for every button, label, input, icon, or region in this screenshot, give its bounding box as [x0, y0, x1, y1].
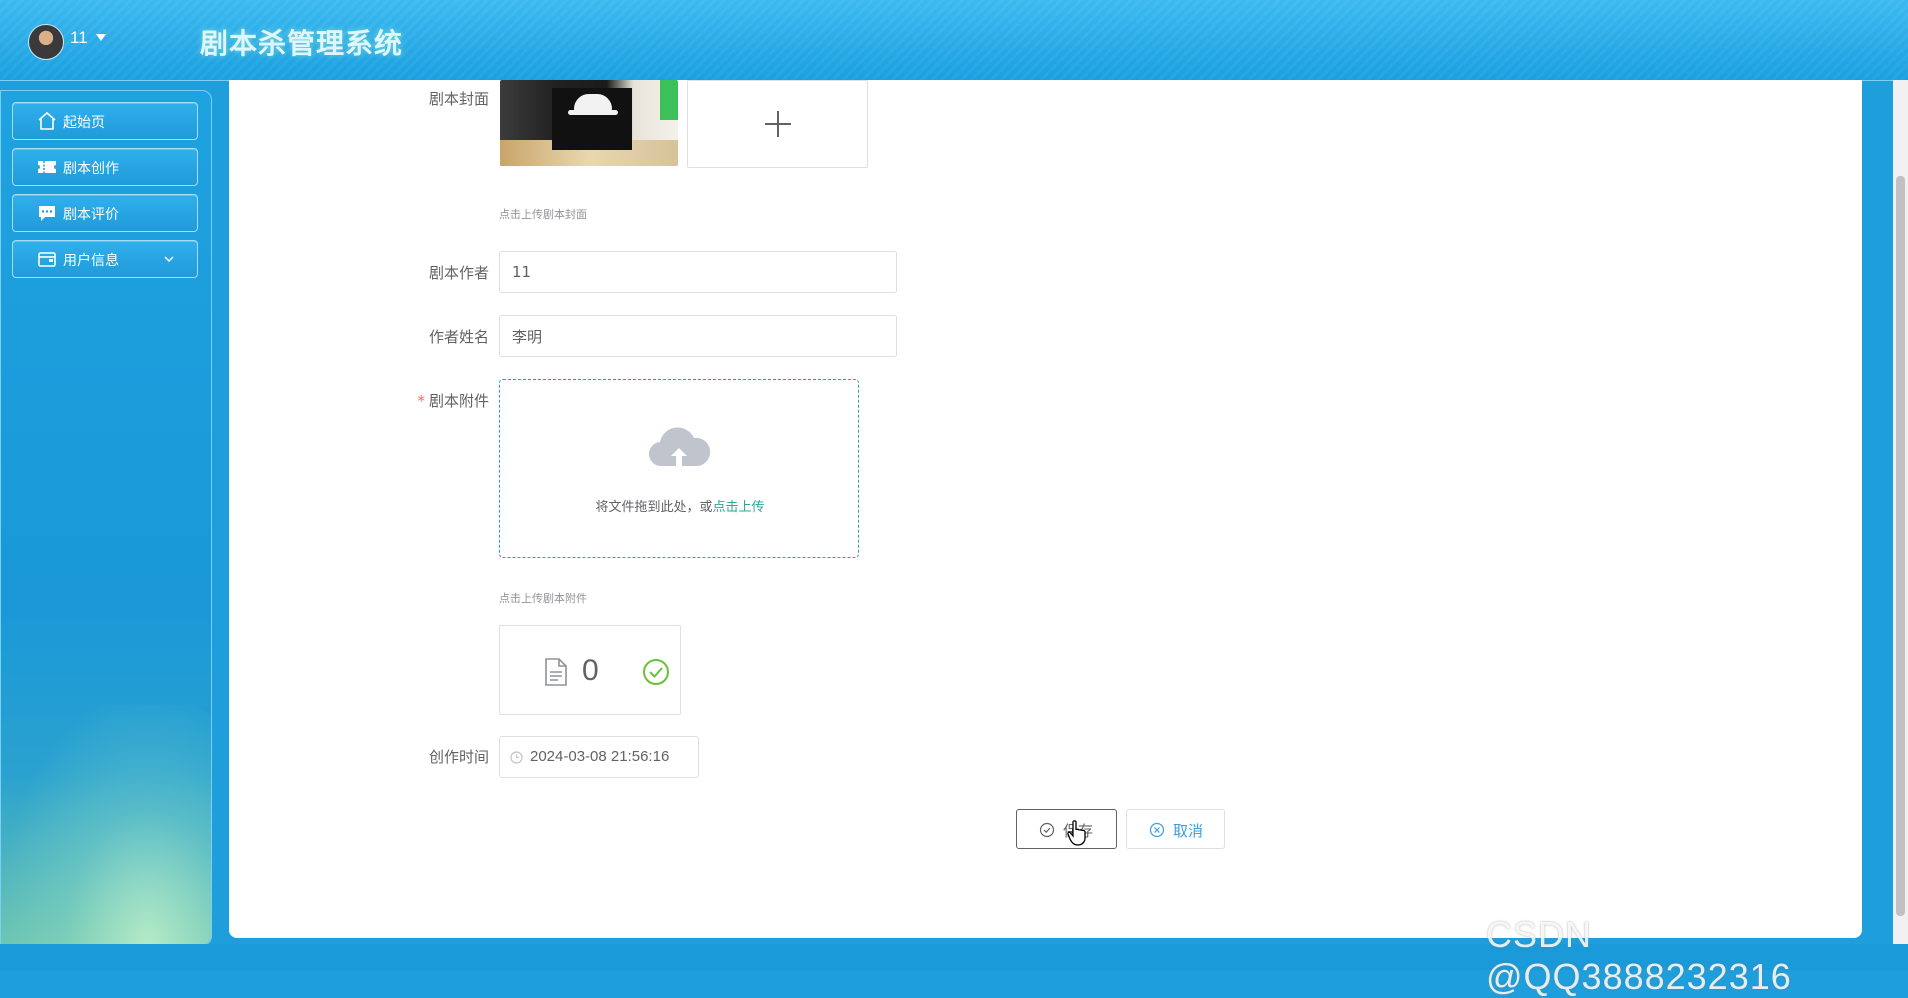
document-icon	[545, 658, 567, 686]
click-upload-link[interactable]: 点击上传	[713, 500, 765, 515]
close-circle-icon	[1149, 822, 1165, 838]
sidebar-item-script-creation[interactable]: 剧本创作	[12, 148, 198, 186]
cover-label: 剧本封面	[428, 90, 489, 108]
hand-cursor-icon	[1067, 820, 1086, 846]
ticket-icon	[38, 161, 56, 173]
sidebar-item-label: 起始页	[63, 115, 105, 131]
watermark: CSDN @QQ3888232316	[1486, 914, 1792, 997]
comment-icon	[39, 206, 55, 221]
cover-hint: 点击上传剧本封面	[499, 208, 587, 221]
create-time-picker[interactable]: 2024-03-08 21:56:16	[499, 736, 699, 778]
attachment-label: * 剧本附件	[417, 392, 489, 410]
app-title: 剧本杀管理系统	[200, 27, 404, 60]
create-time-label: 创作时间	[428, 748, 489, 766]
create-time-value: 2024-03-08 21:56:16	[530, 748, 670, 765]
chevron-down-icon[interactable]	[163, 253, 175, 265]
check-circle-icon	[1039, 822, 1055, 838]
sidebar-item-home[interactable]: 起始页	[12, 102, 198, 140]
cover-upload-button[interactable]	[687, 80, 868, 168]
author-account-label: 剧本作者	[428, 264, 489, 282]
clock-icon	[510, 751, 523, 764]
sidebar-item-label: 用户信息	[63, 253, 119, 269]
attachment-file-card[interactable]: 0	[499, 625, 681, 715]
scrollbar-thumb[interactable]	[1896, 176, 1905, 916]
sidebar: 起始页 剧本创作 剧本评价 用户信息	[0, 90, 212, 946]
cancel-button[interactable]: 取消	[1126, 809, 1225, 849]
file-count: 0	[582, 654, 599, 687]
author-name-label: 作者姓名	[428, 328, 489, 346]
author-account-input[interactable]	[499, 251, 897, 293]
wallet-icon	[38, 252, 56, 267]
dropzone-text: 将文件拖到此处，或点击上传	[595, 500, 765, 515]
sidebar-item-user-info[interactable]: 用户信息	[12, 240, 198, 278]
cancel-button-label: 取消	[1173, 822, 1204, 840]
home-icon	[38, 111, 56, 130]
caret-down-icon[interactable]	[96, 34, 106, 41]
sidebar-item-script-review[interactable]: 剧本评价	[12, 194, 198, 232]
sidebar-item-label: 剧本评价	[63, 207, 119, 223]
avatar[interactable]	[28, 24, 64, 60]
top-header: 11 剧本杀管理系统	[0, 0, 1908, 81]
cover-image-thumbnail[interactable]	[500, 80, 678, 166]
required-mark: *	[417, 392, 425, 410]
check-circle-icon	[643, 659, 669, 685]
attachment-hint: 点击上传剧本附件	[499, 592, 587, 605]
author-name-input[interactable]	[499, 315, 897, 357]
cloud-upload-icon	[649, 427, 710, 467]
user-name[interactable]: 11	[70, 28, 88, 48]
sidebar-item-label: 剧本创作	[63, 161, 119, 177]
attachment-dropzone[interactable]: 将文件拖到此处，或点击上传	[499, 379, 859, 558]
sidebar-decoration	[1, 705, 211, 945]
